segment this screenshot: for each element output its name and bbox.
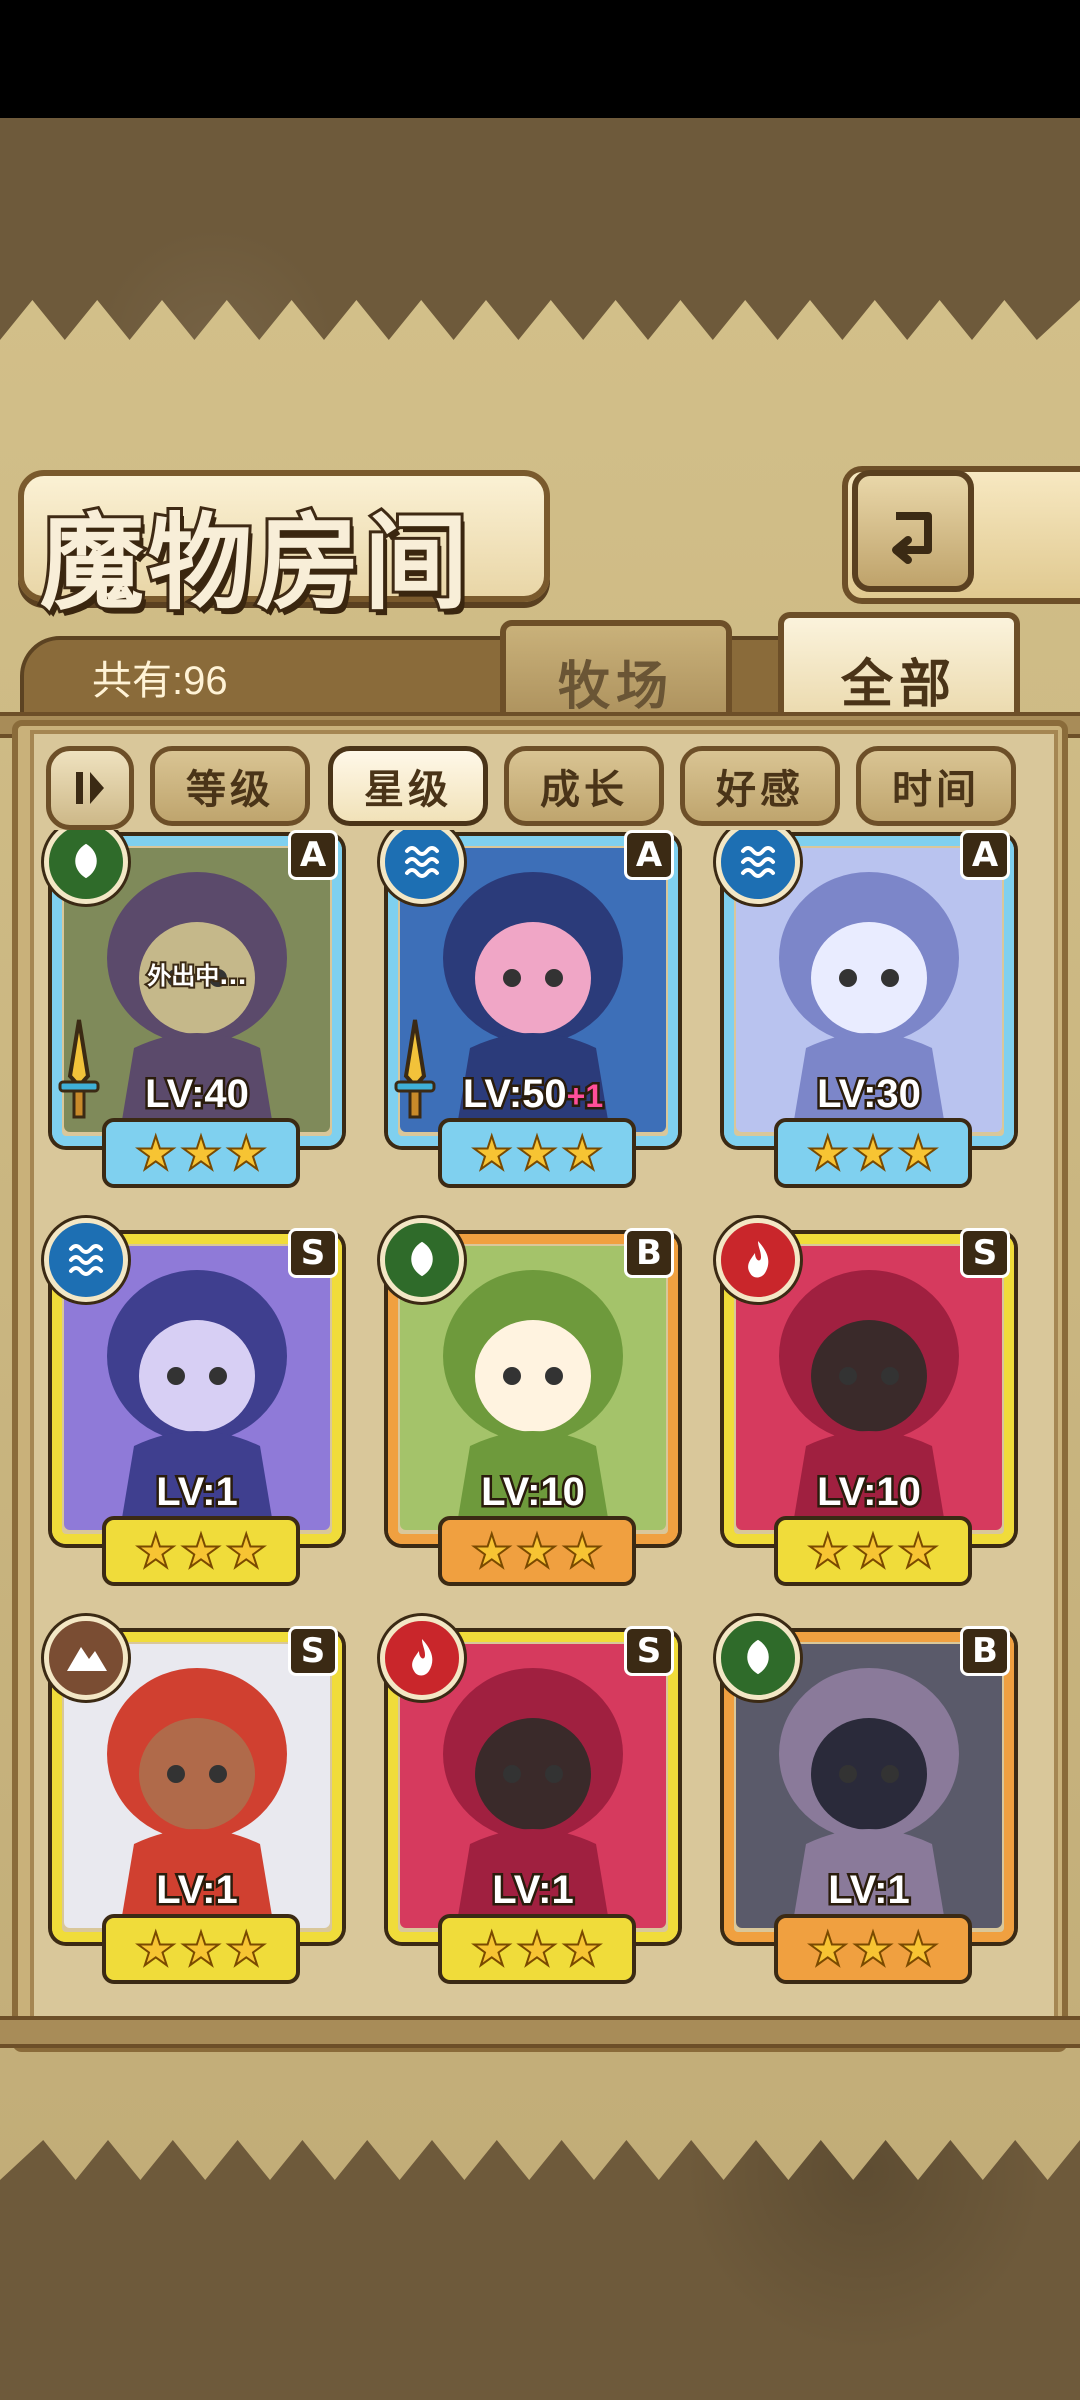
leaf-element-icon <box>716 1616 800 1700</box>
return-arrow-icon <box>892 512 932 564</box>
level-value: LV:1 <box>826 1866 912 1915</box>
star-rating: ★ ★ ★ <box>438 1516 636 1586</box>
level-value: LV:40 <box>143 1070 252 1119</box>
level-value: LV:10 <box>479 1468 588 1517</box>
level-label: LV:1 <box>378 1866 688 1915</box>
sort-order-toggle[interactable] <box>46 746 134 830</box>
star-icon: ★ <box>515 1922 558 1976</box>
star-rating: ★ ★ ★ <box>102 1516 300 1586</box>
monster-card[interactable]: S LV:1 ★ ★ ★ <box>42 1218 352 1586</box>
star-icon: ★ <box>897 1126 940 1180</box>
sword-icon <box>52 1016 106 1126</box>
sword-icon <box>388 1016 442 1126</box>
monster-card[interactable]: B LV:1 ★ ★ ★ <box>714 1616 1024 1984</box>
level-label: LV:30 <box>714 1070 1024 1119</box>
rank-badge: A <box>288 830 338 880</box>
level-value: LV:1 <box>154 1468 240 1517</box>
star-icon: ★ <box>806 1922 849 1976</box>
rank-badge: S <box>288 1626 338 1676</box>
star-icon: ★ <box>225 1524 268 1578</box>
away-status: 外出中... <box>145 960 248 992</box>
star-icon: ★ <box>515 1524 558 1578</box>
star-icon: ★ <box>851 1126 894 1180</box>
sort-by-time-button[interactable]: 时间 <box>856 746 1016 826</box>
star-rating: ★ ★ ★ <box>102 1914 300 1984</box>
level-value: LV:10 <box>815 1468 924 1517</box>
star-icon: ★ <box>851 1922 894 1976</box>
back-button[interactable] <box>852 470 974 592</box>
star-rating: ★ ★ ★ <box>774 1118 972 1188</box>
monster-card[interactable]: A LV:40 ★ ★ ★ 外出中... <box>42 830 352 1188</box>
monster-count: 共有:96 <box>92 659 228 703</box>
level-label: LV:10 <box>714 1468 1024 1517</box>
sort-by-level-button[interactable]: 等级 <box>150 746 310 826</box>
star-rating: ★ ★ ★ <box>774 1516 972 1586</box>
star-rating: ★ ★ ★ <box>438 1914 636 1984</box>
earth-element-icon <box>44 1616 128 1700</box>
monster-card[interactable]: B LV:10 ★ ★ ★ <box>378 1218 688 1586</box>
star-icon: ★ <box>806 1524 849 1578</box>
monster-card[interactable]: S LV:10 ★ ★ ★ <box>714 1218 1024 1586</box>
star-icon: ★ <box>470 1126 513 1180</box>
star-rating: ★ ★ ★ <box>774 1914 972 1984</box>
star-icon: ★ <box>470 1524 513 1578</box>
sort-direction-icon <box>76 772 104 804</box>
leaf-element-icon <box>380 1218 464 1302</box>
star-icon: ★ <box>806 1126 849 1180</box>
rank-badge: A <box>960 830 1010 880</box>
star-icon: ★ <box>897 1922 940 1976</box>
monster-card[interactable]: A LV:30 ★ ★ ★ <box>714 830 1024 1188</box>
star-icon: ★ <box>225 1126 268 1180</box>
rank-badge: B <box>960 1626 1010 1676</box>
level-value: LV:1 <box>154 1866 240 1915</box>
star-icon: ★ <box>561 1922 604 1976</box>
rank-badge: S <box>624 1626 674 1676</box>
star-icon: ★ <box>134 1524 177 1578</box>
level-value: LV:50 <box>460 1070 569 1119</box>
star-rating: ★ ★ ★ <box>102 1118 300 1188</box>
level-label: LV:1 <box>42 1866 352 1915</box>
star-icon: ★ <box>897 1524 940 1578</box>
fire-element-icon <box>716 1218 800 1302</box>
water-element-icon <box>44 1218 128 1302</box>
star-icon: ★ <box>179 1922 222 1976</box>
rank-badge: S <box>288 1228 338 1278</box>
rank-badge: B <box>624 1228 674 1278</box>
star-icon: ★ <box>179 1126 222 1180</box>
fire-element-icon <box>380 1616 464 1700</box>
sort-by-growth-button[interactable]: 成长 <box>504 746 664 826</box>
sort-bar: 等级 星级 成长 好感 时间 <box>46 742 1036 830</box>
level-label: LV:10 <box>378 1468 688 1517</box>
level-bonus: +1 <box>564 1076 606 1117</box>
level-label: LV:1 <box>714 1866 1024 1915</box>
star-icon: ★ <box>561 1126 604 1180</box>
star-rating: ★ ★ ★ <box>438 1118 636 1188</box>
status-bar <box>0 0 1080 118</box>
monster-card[interactable]: S LV:1 ★ ★ ★ <box>42 1616 352 1984</box>
star-icon: ★ <box>134 1126 177 1180</box>
page-title: 魔物房间 <box>37 498 473 627</box>
rank-badge: A <box>624 830 674 880</box>
rank-badge: S <box>960 1228 1010 1278</box>
star-icon: ★ <box>470 1922 513 1976</box>
level-value: LV:30 <box>815 1070 924 1119</box>
level-label: LV:1 <box>42 1468 352 1517</box>
star-icon: ★ <box>179 1524 222 1578</box>
sort-by-affection-button[interactable]: 好感 <box>680 746 840 826</box>
star-icon: ★ <box>515 1126 558 1180</box>
star-icon: ★ <box>851 1524 894 1578</box>
sort-by-stars-button[interactable]: 星级 <box>328 746 488 826</box>
monster-grid: A LV:40 ★ ★ ★ 外出中... A LV:50+1 ★ ★ ★ A L… <box>40 830 1040 2020</box>
star-icon: ★ <box>561 1524 604 1578</box>
monster-card[interactable]: S LV:1 ★ ★ ★ <box>378 1616 688 1984</box>
monster-card[interactable]: A LV:50+1 ★ ★ ★ <box>378 830 688 1188</box>
panel-bottom-rail <box>0 2016 1080 2048</box>
star-icon: ★ <box>134 1922 177 1976</box>
level-value: LV:1 <box>490 1866 576 1915</box>
star-icon: ★ <box>225 1922 268 1976</box>
